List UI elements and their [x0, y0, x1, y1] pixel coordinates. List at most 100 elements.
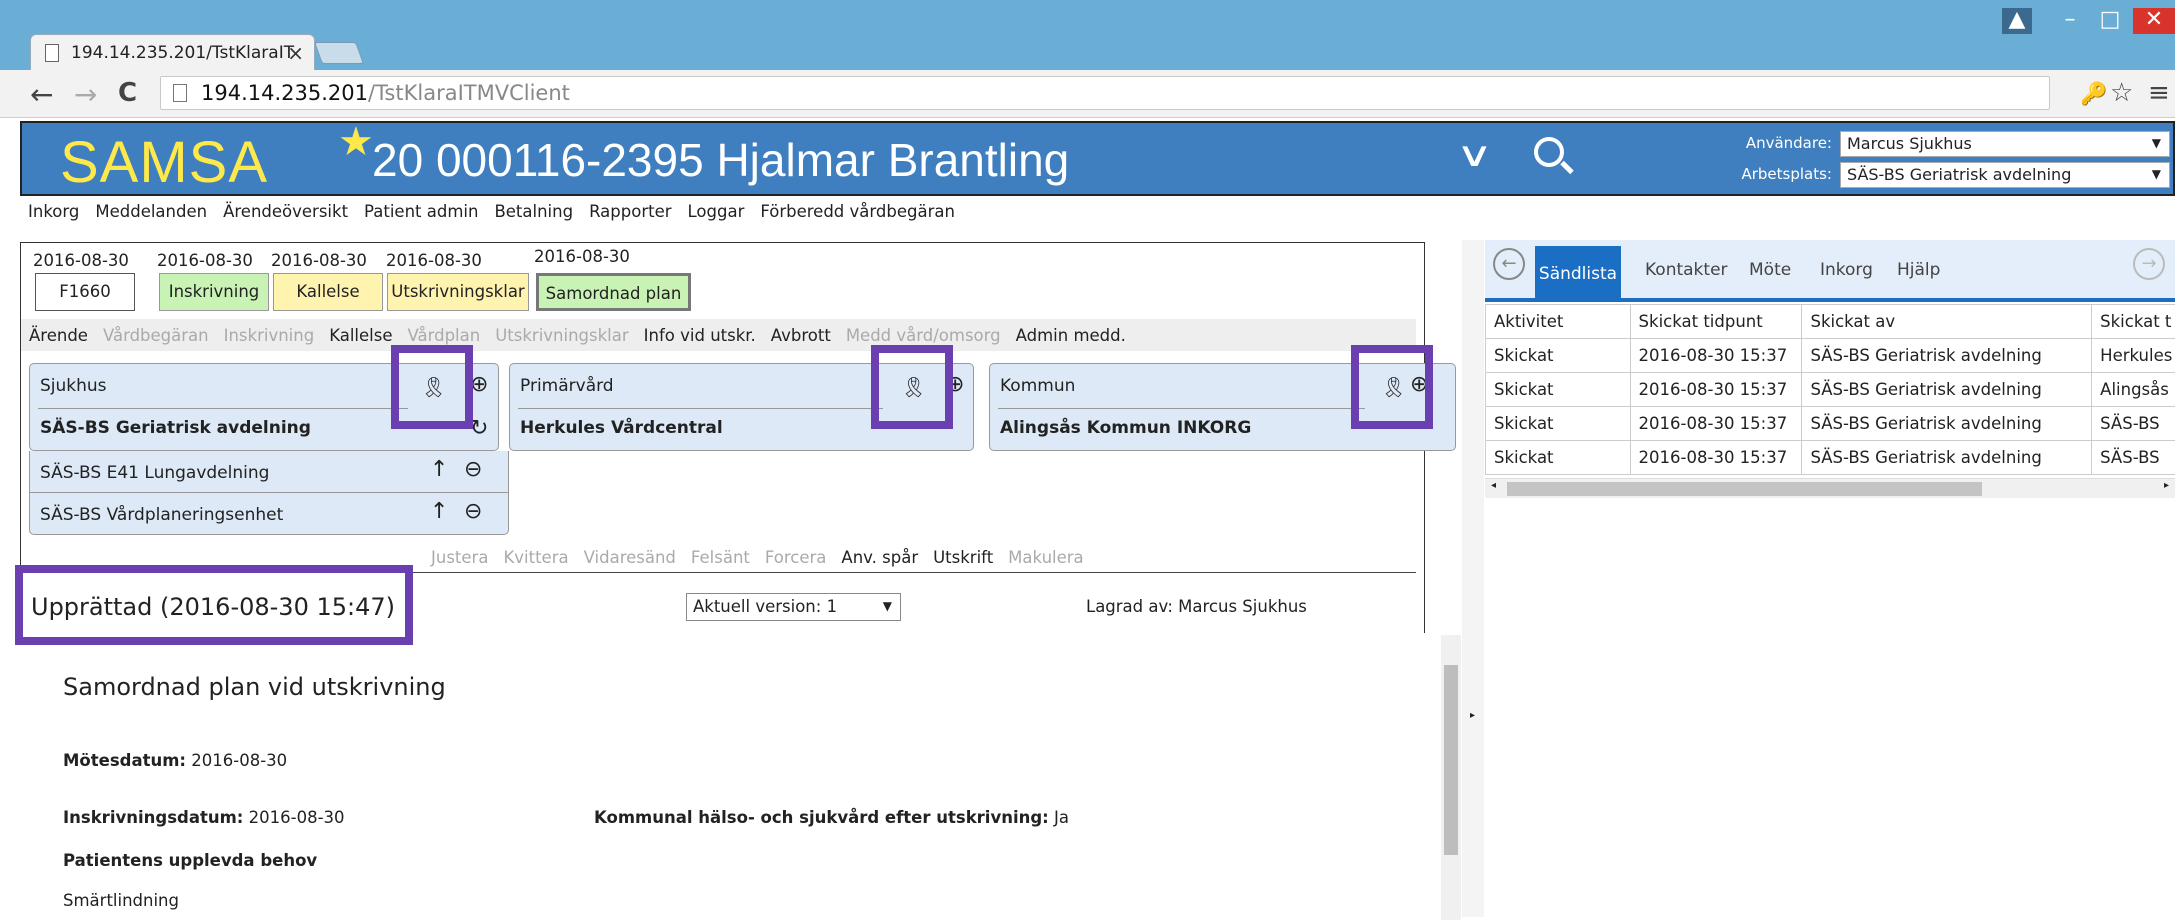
submenu-avbrott[interactable]: Avbrott	[771, 326, 831, 345]
menu-forberedd-vardbegaran[interactable]: Förberedd vårdbegäran	[760, 202, 955, 221]
key-icon[interactable]: 🔑	[2080, 82, 2107, 107]
action-forcera[interactable]: Forcera	[765, 548, 827, 567]
scrollbar-thumb[interactable]	[1444, 665, 1458, 855]
action-utskrift[interactable]: Utskrift	[933, 548, 993, 567]
menu-arendeoversikt[interactable]: Ärendeöversikt	[223, 202, 348, 221]
submenu-admin-medd[interactable]: Admin medd.	[1016, 326, 1126, 345]
user-label: Användare:	[1722, 134, 1832, 152]
needs-value: Smärtlindning	[63, 891, 179, 910]
submenu-kallelse[interactable]: Kallelse	[329, 326, 392, 345]
user-select[interactable]: Marcus Sjukhus▼	[1840, 131, 2170, 157]
send-list-panel: ← Sändlista Kontakter Möte Inkorg Hjälp …	[1485, 240, 2175, 917]
tab-mote[interactable]: Möte	[1749, 260, 1791, 280]
table-cell: Alingsås	[2092, 373, 2175, 407]
table-scrollbar[interactable]: ◂ ▸	[1485, 478, 2175, 498]
version-select[interactable]: Aktuell version: 1▼	[686, 593, 901, 621]
step-utskrivningsklar[interactable]: Utskrivningsklar	[387, 273, 529, 311]
tab-close-icon[interactable]: ×	[287, 41, 304, 65]
submenu-arende[interactable]: Ärende	[29, 326, 88, 345]
submenu-vardbegaran[interactable]: Vårdbegäran	[103, 326, 209, 345]
reload-icon[interactable]: C	[118, 78, 137, 108]
document-scrollbar[interactable]	[1441, 635, 1461, 920]
step-samordnad-plan[interactable]: Samordnad plan	[536, 273, 691, 311]
step-kallelse[interactable]: Kallelse	[273, 273, 383, 311]
forward-icon[interactable]: →	[74, 78, 97, 111]
table-row[interactable]: Skickat 2016-08-30 15:37 SÄS-BS Geriatri…	[1486, 441, 2175, 475]
card-title: Primärvård	[520, 376, 614, 396]
arrow-up-icon[interactable]: ↑	[430, 499, 448, 524]
step-date: 2016-08-30	[386, 251, 482, 270]
column-header[interactable]: Skickat t	[2092, 305, 2175, 339]
case-submenu: Ärende Vårdbegäran Inskrivning Kallelse …	[21, 319, 1416, 351]
new-tab-button[interactable]	[314, 42, 364, 64]
user-icon[interactable]: ▲	[2002, 8, 2032, 34]
field-value: 2016-08-30	[186, 751, 287, 770]
url-field[interactable]: 194.14.235.201/TstKlaraITMVClient	[160, 76, 2050, 110]
minimize-button[interactable]: –	[2055, 8, 2085, 34]
tab-sandlista[interactable]: Sändlista	[1535, 246, 1621, 302]
expand-arrow-icon[interactable]: ▸	[1470, 710, 1475, 721]
back-circle-icon[interactable]: ←	[1493, 248, 1525, 280]
scroll-right-icon[interactable]: ▸	[2164, 480, 2169, 491]
field-label: Mötesdatum:	[63, 751, 186, 770]
submenu-medd-vard-omsorg[interactable]: Medd vård/omsorg	[846, 326, 1001, 345]
table-row[interactable]: Skickat 2016-08-30 15:37 SÄS-BS Geriatri…	[1486, 339, 2175, 373]
step-date: 2016-08-30	[271, 251, 367, 270]
menu-loggar[interactable]: Loggar	[688, 202, 745, 221]
favorite-star-icon[interactable]: ★	[338, 119, 374, 165]
card-value: Alingsås Kommun INKORG	[1000, 418, 1251, 438]
table-row[interactable]: Skickat 2016-08-30 15:37 SÄS-BS Geriatri…	[1486, 373, 2175, 407]
menu-inkorg[interactable]: Inkorg	[28, 202, 79, 221]
maximize-button[interactable]: □	[2095, 8, 2125, 34]
chevron-down-icon[interactable]: ∨	[1456, 135, 1493, 175]
award-ribbon-icon[interactable]: 🎗	[1381, 375, 1405, 399]
table-cell: SÄS-BS Geriatrisk avdelning	[1802, 441, 2092, 475]
award-ribbon-icon[interactable]: 🎗	[901, 375, 925, 399]
remove-circle-icon[interactable]: ⊖	[464, 457, 482, 482]
submenu-info-vid-utskr[interactable]: Info vid utskr.	[644, 326, 756, 345]
action-justera[interactable]: Justera	[431, 548, 488, 567]
scrollbar-thumb[interactable]	[1507, 482, 1982, 496]
document-title: Samordnad plan vid utskrivning	[63, 673, 446, 701]
action-vidaresand[interactable]: Vidaresänd	[584, 548, 676, 567]
workplace-select[interactable]: SÄS-BS Geriatrisk avdelning▼	[1840, 162, 2170, 188]
tab-kontakter[interactable]: Kontakter	[1645, 260, 1728, 280]
submenu-utskrivningsklar[interactable]: Utskrivningsklar	[495, 326, 628, 345]
table-cell: Herkules	[2092, 339, 2175, 373]
column-header[interactable]: Skickat av	[1802, 305, 2092, 339]
action-kvittera[interactable]: Kvittera	[503, 548, 568, 567]
menu-rapporter[interactable]: Rapporter	[589, 202, 671, 221]
tab-hjalp[interactable]: Hjälp	[1897, 260, 1940, 280]
action-felsant[interactable]: Felsänt	[691, 548, 750, 567]
menu-meddelanden[interactable]: Meddelanden	[95, 202, 207, 221]
case-id-box[interactable]: F1660	[35, 273, 135, 311]
scroll-left-icon[interactable]: ◂	[1491, 480, 1496, 491]
search-icon[interactable]	[1534, 137, 1564, 167]
remove-circle-icon[interactable]: ⊖	[464, 499, 482, 524]
sjukhus-row: SÄS-BS Vårdplaneringsenhet ↑ ⊖	[29, 493, 509, 535]
action-makulera[interactable]: Makulera	[1008, 548, 1083, 567]
close-window-button[interactable]: ✕	[2133, 8, 2175, 34]
forward-circle-icon[interactable]: →	[2133, 248, 2165, 280]
column-header[interactable]: Aktivitet	[1486, 305, 1631, 339]
browser-menu-icon[interactable]: ≡	[2148, 78, 2170, 108]
column-header[interactable]: Skickat tidpunt	[1630, 305, 1802, 339]
tab-inkorg[interactable]: Inkorg	[1820, 260, 1873, 280]
award-ribbon-icon[interactable]: 🎗	[421, 375, 445, 399]
tab-title: 194.14.235.201/TstKlaraIT	[71, 43, 294, 63]
saved-by: Lagrad av: Marcus Sjukhus	[1086, 597, 1307, 616]
menu-patient-admin[interactable]: Patient admin	[364, 202, 478, 221]
submenu-vardplan[interactable]: Vårdplan	[408, 326, 481, 345]
menu-betalning[interactable]: Betalning	[494, 202, 573, 221]
arrow-up-icon[interactable]: ↑	[430, 457, 448, 482]
panel-splitter[interactable]: ▸	[1462, 240, 1484, 917]
table-row[interactable]: Skickat 2016-08-30 15:37 SÄS-BS Geriatri…	[1486, 407, 2175, 441]
action-anv-spar[interactable]: Anv. spår	[841, 548, 918, 567]
step-date: 2016-08-30	[157, 251, 253, 270]
step-inskrivning[interactable]: Inskrivning	[159, 273, 269, 311]
bookmark-star-icon[interactable]: ☆	[2110, 78, 2133, 108]
step-date: 2016-08-30	[33, 251, 129, 270]
back-icon[interactable]: ←	[30, 78, 53, 111]
browser-tab[interactable]: 194.14.235.201/TstKlaraIT ×	[30, 34, 315, 70]
submenu-inskrivning[interactable]: Inskrivning	[224, 326, 315, 345]
